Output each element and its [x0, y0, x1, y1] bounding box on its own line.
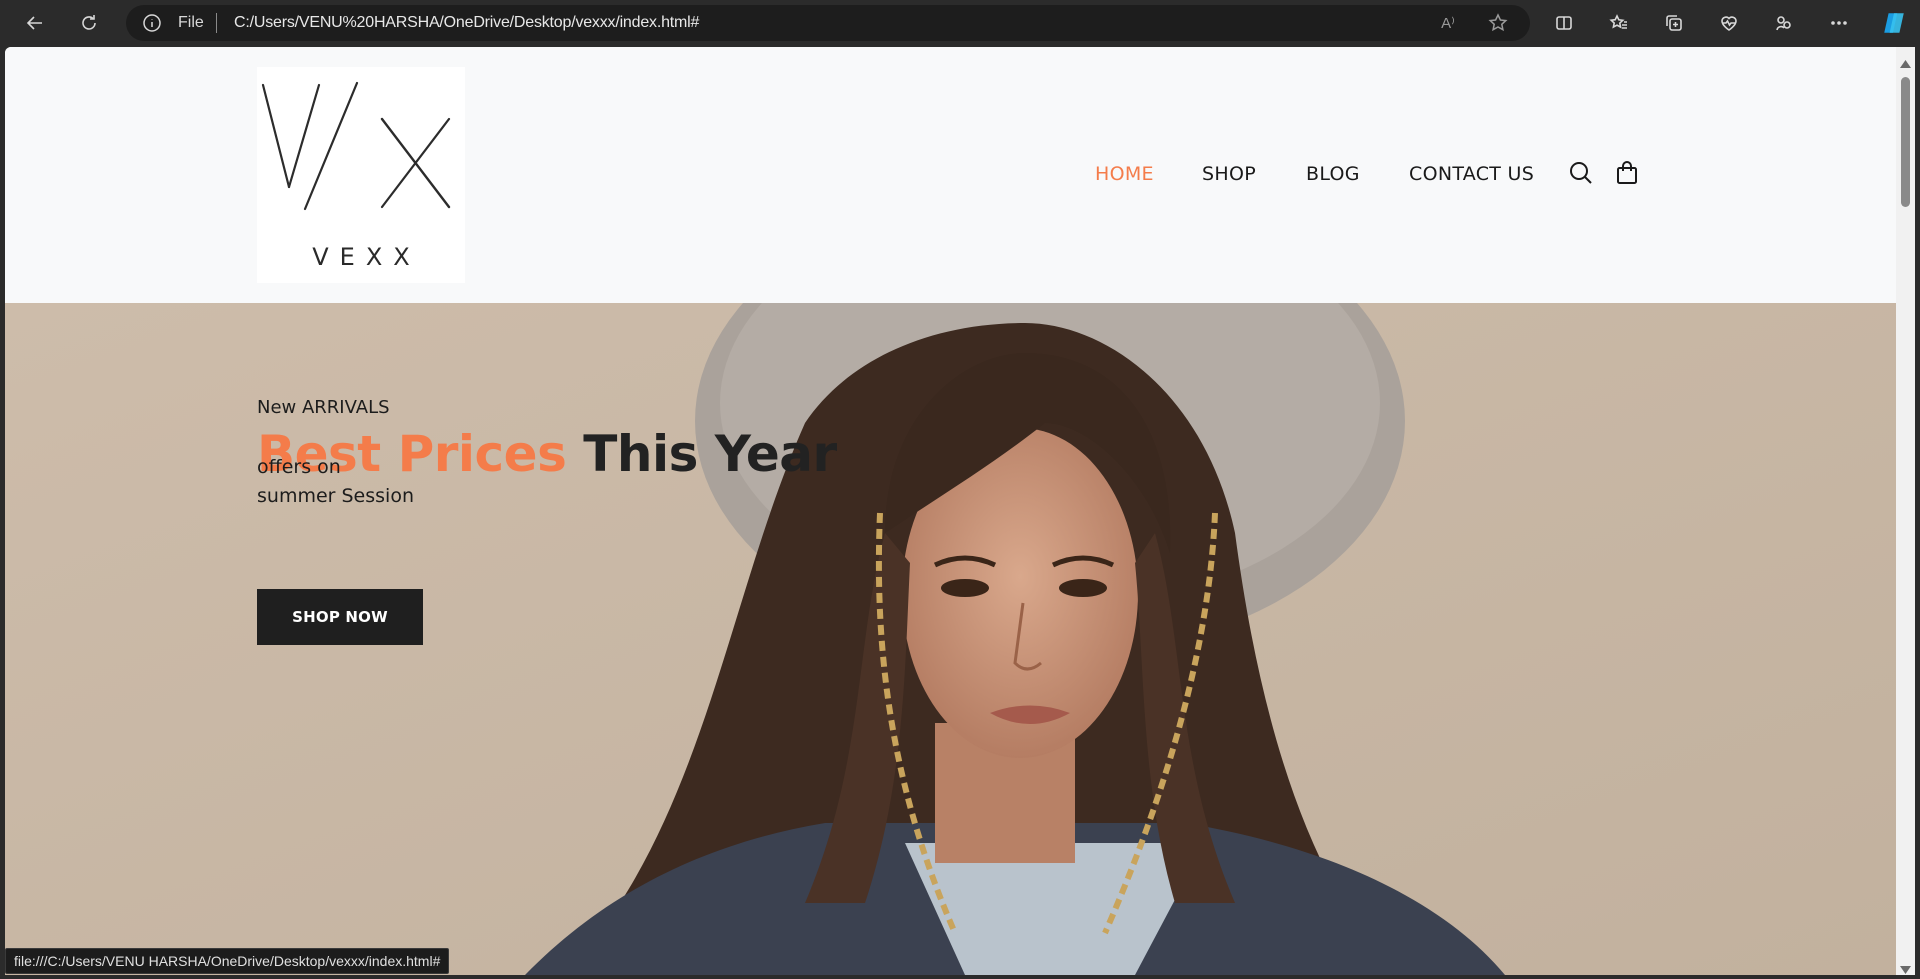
- site-logo[interactable]: VEXX: [257, 67, 465, 283]
- hero-title: Best Prices This Year: [257, 425, 837, 483]
- refresh-icon[interactable]: [73, 7, 105, 39]
- page-scrollbar[interactable]: [1896, 47, 1915, 975]
- split-screen-icon[interactable]: [1548, 7, 1580, 39]
- read-aloud-icon[interactable]: A⁾: [1436, 11, 1460, 35]
- shopping-bag-icon[interactable]: [1613, 159, 1641, 187]
- address-scheme: File: [178, 14, 204, 31]
- scroll-down-arrow-icon[interactable]: [1900, 961, 1911, 974]
- hero-subtitle-line-1: offers on: [257, 456, 341, 478]
- copilot-icon[interactable]: [1878, 7, 1910, 39]
- profile-icon[interactable]: [1768, 7, 1800, 39]
- hero-subtitle-line-2: summer Session: [257, 485, 414, 507]
- more-icon[interactable]: [1823, 7, 1855, 39]
- page-viewport: VEXX HOME SHOP BLOG CONTACT US New ARRIV…: [5, 47, 1896, 975]
- link-status-bubble: file:///C:/Users/VENU HARSHA/OneDrive/De…: [5, 948, 450, 974]
- nav-contact-us[interactable]: CONTACT US: [1409, 163, 1534, 193]
- hero-title-rest: This Year: [583, 425, 837, 483]
- address-url[interactable]: C:/Users/VENU%20HARSHA/OneDrive/Desktop/…: [234, 14, 699, 32]
- hero-pre-title: New ARRIVALS: [257, 397, 390, 418]
- favorites-icon[interactable]: [1603, 7, 1635, 39]
- hero-banner: New ARRIVALS Best Prices This Year offer…: [5, 303, 1896, 975]
- back-icon[interactable]: [19, 7, 51, 39]
- shop-now-button[interactable]: SHOP NOW: [257, 589, 423, 645]
- nav-shop[interactable]: SHOP: [1202, 163, 1256, 193]
- logo-wordmark: VEXX: [312, 243, 421, 271]
- nav-home[interactable]: HOME: [1095, 163, 1154, 193]
- address-bar[interactable]: File C:/Users/VENU%20HARSHA/OneDrive/Des…: [126, 5, 1530, 41]
- read-aloud-label: A⁾: [1441, 15, 1455, 32]
- search-icon[interactable]: [1567, 159, 1595, 187]
- browser-toolbar: File C:/Users/VENU%20HARSHA/OneDrive/Des…: [0, 0, 1920, 46]
- collections-icon[interactable]: [1658, 7, 1690, 39]
- nav-blog[interactable]: BLOG: [1306, 163, 1360, 193]
- browser-essentials-icon[interactable]: [1713, 7, 1745, 39]
- scroll-up-arrow-icon[interactable]: [1900, 55, 1911, 68]
- address-divider: [216, 13, 217, 33]
- scrollbar-thumb[interactable]: [1901, 77, 1910, 207]
- logo-mark: [261, 81, 451, 211]
- favorite-star-icon[interactable]: [1486, 11, 1510, 35]
- info-icon[interactable]: [142, 13, 162, 33]
- site-header: VEXX HOME SHOP BLOG CONTACT US: [5, 47, 1896, 303]
